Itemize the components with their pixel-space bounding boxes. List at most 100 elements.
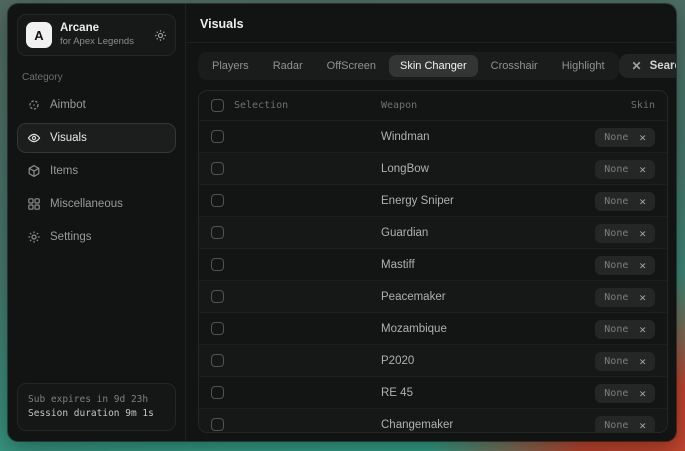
sidebar-item-label: Settings <box>50 231 92 243</box>
row-checkbox[interactable] <box>211 162 224 175</box>
sidebar-item-settings[interactable]: Settings <box>17 222 176 252</box>
sidebar-item-visuals[interactable]: Visuals <box>17 123 176 153</box>
box-icon <box>27 164 41 178</box>
row-checkbox[interactable] <box>211 258 224 271</box>
toolbar: Players Radar OffScreen Skin Changer Cro… <box>186 43 676 88</box>
clear-skin-icon[interactable]: ✕ <box>639 260 646 271</box>
tab-players[interactable]: Players <box>201 55 260 77</box>
sidebar: A Arcane for Apex Legends Category Aimbo <box>8 4 186 441</box>
clear-skin-icon[interactable]: ✕ <box>639 420 646 431</box>
app-logo: A <box>26 22 52 48</box>
tab-offscreen[interactable]: OffScreen <box>316 55 387 77</box>
crosshair-icon <box>27 98 41 112</box>
app-titles: Arcane for Apex Legends <box>60 22 134 48</box>
header-skin: Skin <box>631 100 655 111</box>
tab-skin-changer[interactable]: Skin Changer <box>389 55 478 77</box>
skin-select[interactable]: None ✕ <box>595 192 655 211</box>
gear-icon[interactable] <box>154 29 167 42</box>
weapon-name: RE 45 <box>381 387 595 399</box>
subscription-info-card: Sub expires in 9d 23h Session duration 9… <box>17 383 176 432</box>
row-checkbox[interactable] <box>211 354 224 367</box>
grid-icon <box>27 197 41 211</box>
table-row: LongBow None ✕ <box>199 152 667 184</box>
clear-skin-icon[interactable]: ✕ <box>639 228 646 239</box>
table-row: Mastiff None ✕ <box>199 248 667 280</box>
weapon-name: Changemaker <box>381 419 595 431</box>
table-row: Energy Sniper None ✕ <box>199 184 667 216</box>
category-label: Category <box>22 72 171 83</box>
clear-skin-icon[interactable]: ✕ <box>639 292 646 303</box>
tab-crosshair[interactable]: Crosshair <box>480 55 549 77</box>
session-duration-text: Session duration 9m 1s <box>28 407 165 421</box>
clear-skin-icon[interactable]: ✕ <box>639 324 646 335</box>
skin-value: None <box>604 388 628 399</box>
row-checkbox[interactable] <box>211 194 224 207</box>
sidebar-item-items[interactable]: Items <box>17 156 176 186</box>
weapon-name: P2020 <box>381 355 595 367</box>
row-checkbox[interactable] <box>211 226 224 239</box>
table-row: Mozambique None ✕ <box>199 312 667 344</box>
sidebar-item-label: Visuals <box>50 132 87 144</box>
skin-select[interactable]: None ✕ <box>595 352 655 371</box>
sidebar-item-aimbot[interactable]: Aimbot <box>17 90 176 120</box>
skin-select[interactable]: None ✕ <box>595 224 655 243</box>
tab-bar: Players Radar OffScreen Skin Changer Cro… <box>198 52 619 80</box>
table-row: Guardian None ✕ <box>199 216 667 248</box>
table-row: P2020 None ✕ <box>199 344 667 376</box>
clear-skin-icon[interactable]: ✕ <box>639 388 646 399</box>
x-icon: ✕ <box>632 60 642 72</box>
table-row: RE 45 None ✕ <box>199 376 667 408</box>
sub-expires-text: Sub expires in 9d 23h <box>28 393 165 407</box>
weapon-name: Peacemaker <box>381 291 595 303</box>
sidebar-item-label: Items <box>50 165 78 177</box>
eye-icon <box>27 131 41 145</box>
row-checkbox[interactable] <box>211 130 224 143</box>
clear-skin-icon[interactable]: ✕ <box>639 164 646 175</box>
app-header-card: A Arcane for Apex Legends <box>17 14 176 56</box>
skin-select[interactable]: None ✕ <box>595 288 655 307</box>
app-window: A Arcane for Apex Legends Category Aimbo <box>8 4 676 441</box>
weapon-name: Energy Sniper <box>381 195 595 207</box>
skin-value: None <box>604 196 628 207</box>
app-name: Arcane <box>60 22 134 35</box>
table-row: Changemaker None ✕ <box>199 408 667 433</box>
clear-skin-icon[interactable]: ✕ <box>639 196 646 207</box>
clear-skin-icon[interactable]: ✕ <box>639 132 646 143</box>
weapon-name: Guardian <box>381 227 595 239</box>
sidebar-item-label: Miscellaneous <box>50 198 123 210</box>
skin-select[interactable]: None ✕ <box>595 160 655 179</box>
search-button[interactable]: ✕ Search <box>619 54 676 78</box>
table-header: Selection Weapon Skin <box>199 91 667 120</box>
select-all-checkbox[interactable] <box>211 99 224 112</box>
search-button-label: Search <box>650 60 676 72</box>
sidebar-item-miscellaneous[interactable]: Miscellaneous <box>17 189 176 219</box>
skin-value: None <box>604 356 628 367</box>
weapon-name: Mastiff <box>381 259 595 271</box>
table-row: Windman None ✕ <box>199 120 667 152</box>
clear-skin-icon[interactable]: ✕ <box>639 356 646 367</box>
header-selection: Selection <box>234 100 288 111</box>
row-checkbox[interactable] <box>211 322 224 335</box>
tab-highlight[interactable]: Highlight <box>551 55 616 77</box>
skin-select[interactable]: None ✕ <box>595 416 655 434</box>
skin-table: Selection Weapon Skin Windman None ✕ Lon… <box>198 90 668 433</box>
gear-icon <box>27 230 41 244</box>
tab-radar[interactable]: Radar <box>262 55 314 77</box>
row-checkbox[interactable] <box>211 386 224 399</box>
app-subtitle: for Apex Legends <box>60 37 134 48</box>
skin-select[interactable]: None ✕ <box>595 320 655 339</box>
weapon-name: Windman <box>381 131 595 143</box>
sidebar-item-label: Aimbot <box>50 99 86 111</box>
main-panel: Visuals Players Radar OffScreen Skin Cha… <box>186 4 676 441</box>
skin-select[interactable]: None ✕ <box>595 128 655 147</box>
row-checkbox[interactable] <box>211 290 224 303</box>
header-weapon: Weapon <box>381 100 631 111</box>
page-title: Visuals <box>186 4 676 43</box>
table-row: Peacemaker None ✕ <box>199 280 667 312</box>
skin-value: None <box>604 260 628 271</box>
skin-select[interactable]: None ✕ <box>595 256 655 275</box>
skin-value: None <box>604 228 628 239</box>
skin-select[interactable]: None ✕ <box>595 384 655 403</box>
skin-value: None <box>604 324 628 335</box>
row-checkbox[interactable] <box>211 418 224 431</box>
